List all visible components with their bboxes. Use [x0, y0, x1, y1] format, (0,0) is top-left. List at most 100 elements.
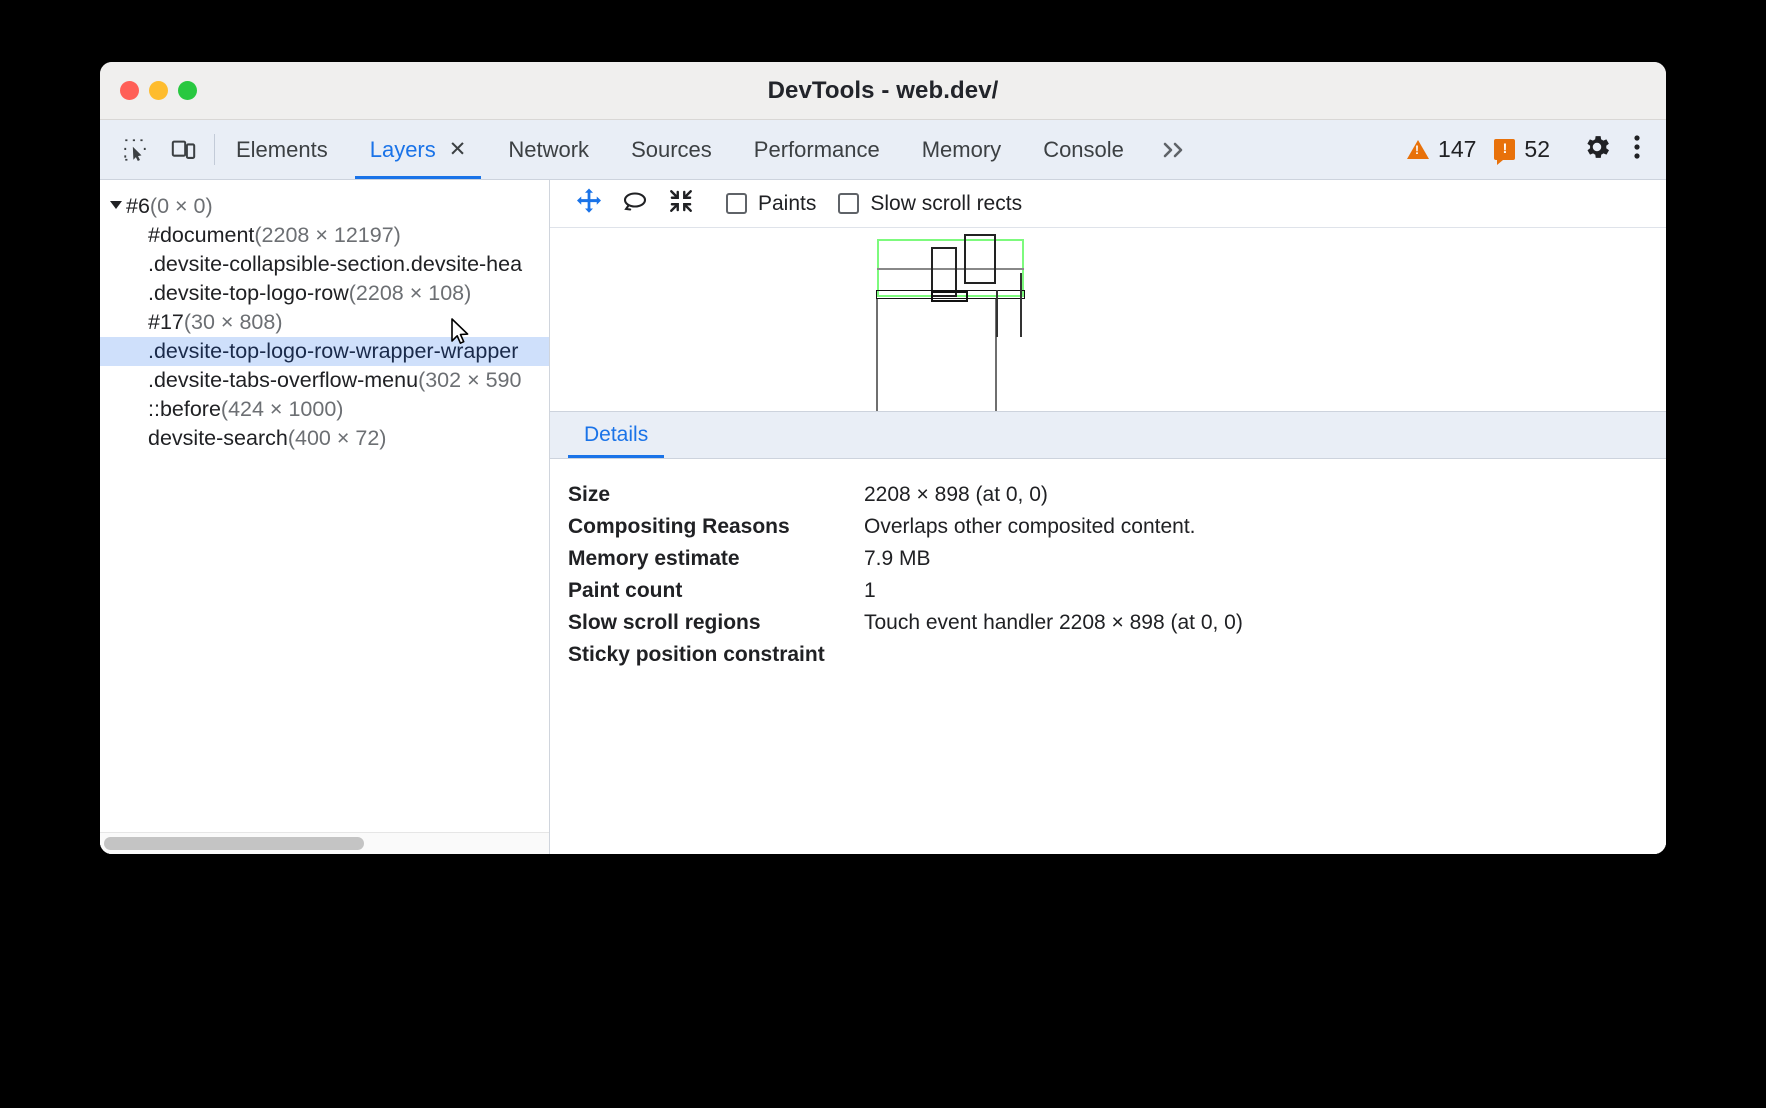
- layers-tree-panel: #6(0 × 0) #document(2208 × 12197) .devsi…: [100, 180, 550, 854]
- layer-tree-item-collapsible-section[interactable]: .devsite-collapsible-section.devsite-hea: [100, 250, 549, 279]
- rotate-button[interactable]: [612, 185, 658, 223]
- details-row-slow-scroll-regions: Slow scroll regions Touch event handler …: [568, 607, 1666, 639]
- layer-tree-item-top-logo-row-wrapper-wrapper[interactable]: .devsite-top-logo-row-wrapper-wrapper: [100, 337, 549, 366]
- slow-scroll-rects-checkbox[interactable]: [838, 193, 859, 214]
- expander-triangle-icon[interactable]: [110, 201, 122, 209]
- details-row-size: Size 2208 × 898 (at 0, 0): [568, 479, 1666, 511]
- tab-performance[interactable]: Performance: [733, 120, 901, 179]
- reset-zoom-button[interactable]: [658, 185, 704, 223]
- tabbar-right-controls: 147 52: [1398, 120, 1666, 179]
- layers-toolbar: Paints Slow scroll rects: [550, 180, 1666, 228]
- window-titlebar: DevTools - web.dev/: [100, 62, 1666, 120]
- layer-size: (2208 × 108): [349, 281, 472, 305]
- details-key: Memory estimate: [568, 547, 864, 571]
- horizontal-scrollbar-thumb[interactable]: [104, 837, 364, 850]
- layer-outline-document: [876, 299, 997, 411]
- details-key: Size: [568, 483, 864, 507]
- tab-network[interactable]: Network: [487, 120, 610, 179]
- rotate-icon: [619, 187, 651, 220]
- tab-details[interactable]: Details: [568, 412, 664, 458]
- errors-badge[interactable]: 52: [1485, 136, 1559, 163]
- paints-checkbox[interactable]: [726, 193, 747, 214]
- close-icon[interactable]: ✕: [449, 139, 467, 160]
- close-window-button[interactable]: [120, 81, 139, 100]
- errors-count: 52: [1524, 136, 1550, 163]
- tab-performance-label: Performance: [754, 137, 880, 163]
- more-tabs-icon[interactable]: [1145, 120, 1203, 179]
- layer-size: (0 × 0): [150, 194, 213, 218]
- slow-scroll-rects-label: Slow scroll rects: [870, 192, 1022, 216]
- tab-memory[interactable]: Memory: [901, 120, 1022, 179]
- layer-size: (30 × 808): [184, 310, 283, 334]
- layer-tree-item-tabs-overflow-menu[interactable]: .devsite-tabs-overflow-menu(302 × 590: [100, 366, 549, 395]
- tab-sources[interactable]: Sources: [610, 120, 733, 179]
- error-speech-bubble-icon: [1494, 139, 1515, 160]
- layer-tree-item-devsite-search[interactable]: devsite-search(400 × 72): [100, 424, 549, 453]
- horizontal-scrollbar[interactable]: [100, 832, 549, 854]
- layer-tree-item-document[interactable]: #document(2208 × 12197): [100, 221, 549, 250]
- details-row-memory-estimate: Memory estimate 7.9 MB: [568, 543, 1666, 575]
- details-key: Compositing Reasons: [568, 515, 864, 539]
- layer-name: .devsite-collapsible-section.devsite-hea: [148, 252, 522, 276]
- details-tabstrip: Details: [550, 411, 1666, 459]
- devtools-body: #6(0 × 0) #document(2208 × 12197) .devsi…: [100, 180, 1666, 854]
- layers-3d-canvas[interactable]: [550, 228, 1666, 411]
- tab-sources-label: Sources: [631, 137, 712, 163]
- layer-outline-right-edge-2: [996, 290, 998, 337]
- gear-icon: [1582, 132, 1612, 167]
- window-title: DevTools - web.dev/: [100, 77, 1666, 105]
- layer-tree: #6(0 × 0) #document(2208 × 12197) .devsi…: [100, 180, 549, 832]
- more-options-button[interactable]: [1628, 132, 1650, 167]
- layer-name: .devsite-top-logo-row: [148, 281, 349, 305]
- details-tab-label: Details: [584, 423, 648, 447]
- layer-size: (2208 × 12197): [254, 223, 400, 247]
- maximize-window-button[interactable]: [178, 81, 197, 100]
- reset-zoom-icon: [668, 188, 694, 219]
- layer-outline-right-edge: [1020, 273, 1022, 337]
- pan-move-icon: [574, 186, 604, 221]
- minimize-window-button[interactable]: [149, 81, 168, 100]
- layer-tree-item-root[interactable]: #6(0 × 0): [100, 192, 549, 221]
- layer-name: #document: [148, 223, 254, 247]
- details-value: 7.9 MB: [864, 547, 931, 571]
- layer-name: ::before: [148, 397, 221, 421]
- tab-elements[interactable]: Elements: [215, 120, 349, 179]
- layer-tree-item-before[interactable]: ::before(424 × 1000): [100, 395, 549, 424]
- devtools-window: DevTools - web.dev/ Elements: [100, 62, 1666, 854]
- kebab-menu-icon: [1632, 132, 1642, 167]
- tab-elements-label: Elements: [236, 137, 328, 163]
- tabbar-left-icons: [100, 120, 214, 179]
- details-key: Slow scroll regions: [568, 611, 864, 635]
- warning-triangle-icon: [1407, 140, 1429, 159]
- tab-layers-label: Layers: [370, 137, 436, 163]
- layer-size: (302 × 590: [418, 368, 521, 392]
- tab-network-label: Network: [508, 137, 589, 163]
- inspect-element-icon[interactable]: [118, 133, 152, 167]
- layer-size: (424 × 1000): [221, 397, 344, 421]
- layer-tree-item-17[interactable]: #17(30 × 808): [100, 308, 549, 337]
- pan-move-button[interactable]: [566, 185, 612, 223]
- details-value: Overlaps other composited content.: [864, 515, 1196, 539]
- tab-console[interactable]: Console: [1022, 120, 1145, 179]
- layer-name: #6: [126, 194, 150, 218]
- paints-checkbox-item[interactable]: Paints: [726, 192, 816, 216]
- settings-button[interactable]: [1560, 132, 1628, 167]
- tab-memory-label: Memory: [922, 137, 1001, 163]
- slow-scroll-rects-checkbox-item[interactable]: Slow scroll rects: [838, 192, 1022, 216]
- layer-size: (400 × 72): [288, 426, 387, 450]
- details-content: Size 2208 × 898 (at 0, 0) Compositing Re…: [550, 459, 1666, 854]
- traffic-light-buttons: [100, 81, 197, 100]
- details-key: Paint count: [568, 579, 864, 603]
- warnings-badge[interactable]: 147: [1398, 136, 1485, 163]
- layers-viewer-panel: Paints Slow scroll rects: [550, 180, 1666, 854]
- layer-tree-item-top-logo-row[interactable]: .devsite-top-logo-row(2208 × 108): [100, 279, 549, 308]
- tab-layers[interactable]: Layers ✕: [349, 120, 488, 179]
- warnings-count: 147: [1438, 136, 1476, 163]
- details-row-sticky-position-constraint: Sticky position constraint: [568, 639, 1666, 671]
- details-value: Touch event handler 2208 × 898 (at 0, 0): [864, 611, 1243, 635]
- paints-label: Paints: [758, 192, 816, 216]
- device-toolbar-icon[interactable]: [166, 133, 200, 167]
- layer-outline-small-b: [964, 234, 996, 284]
- details-value: 1: [864, 579, 876, 603]
- details-value: 2208 × 898 (at 0, 0): [864, 483, 1048, 507]
